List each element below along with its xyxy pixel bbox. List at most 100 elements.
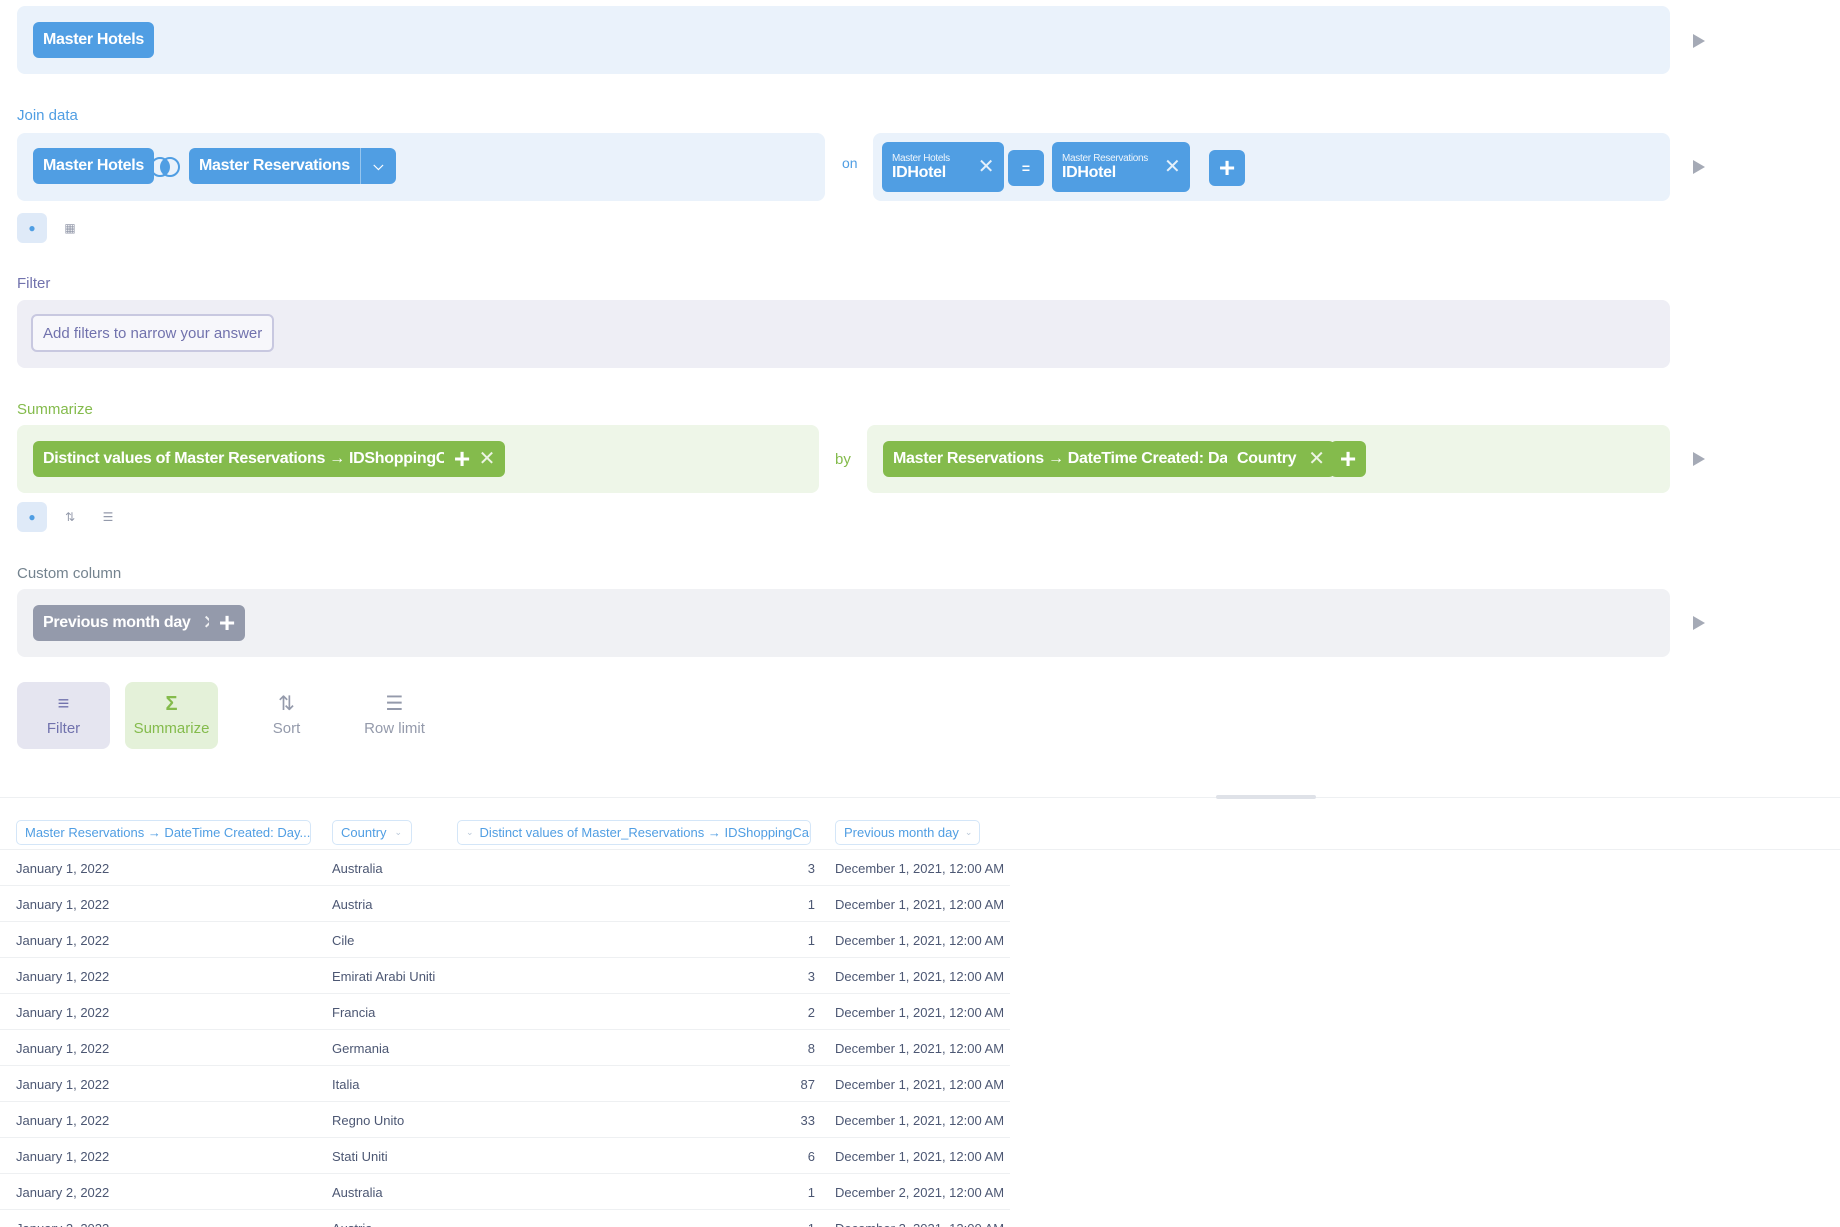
cell-distinct-count[interactable]: 87 <box>801 1077 815 1092</box>
add-breakout-button[interactable]: + <box>1330 441 1366 477</box>
table-row: January 1, 2022 Francia 2 December 1, 2021,… <box>0 994 1010 1030</box>
cell-date[interactable]: January 1, 2022 <box>16 1113 109 1128</box>
cell-date[interactable]: January 1, 2022 <box>16 1005 109 1020</box>
cell-distinct-count[interactable]: 3 <box>808 969 815 984</box>
cell-distinct-count[interactable]: 1 <box>808 1221 815 1227</box>
cell-date[interactable]: January 1, 2022 <box>16 861 109 876</box>
cell-country[interactable]: Emirati Arabi Uniti <box>332 969 435 984</box>
cell-country[interactable]: Cile <box>332 933 354 948</box>
column-header-country[interactable]: Country ⌄ <box>332 820 412 845</box>
column-header-distinct[interactable]: ⌄ Distinct values of Master_Reservations… <box>457 820 811 845</box>
join-right-column-table: Master Reservations <box>1062 152 1148 164</box>
cell-country[interactable]: Francia <box>332 1005 375 1020</box>
join-left-column-table: Master Hotels <box>892 152 950 164</box>
add-metric-button[interactable]: + <box>444 441 480 477</box>
add-join-condition-button[interactable]: + <box>1209 150 1245 186</box>
cell-distinct-count[interactable]: 8 <box>808 1041 815 1056</box>
preview-custom-column-icon[interactable] <box>1693 616 1705 630</box>
table-row: January 1, 2022 Austria 1 December 1, 2021,… <box>0 886 1010 922</box>
filter-action-button[interactable]: ≡ Filter <box>17 682 110 749</box>
breakout-pill-country[interactable]: Country ✕ <box>1227 441 1335 477</box>
cell-previous-month[interactable]: December 1, 2021, 12:00 AM <box>835 1113 1004 1128</box>
resize-handle[interactable] <box>1216 795 1316 799</box>
custom-column-panel <box>17 589 1670 657</box>
join-left-table-pill[interactable]: Master Hotels <box>33 148 155 184</box>
column-header-label: Country <box>341 825 387 840</box>
cell-previous-month[interactable]: December 1, 2021, 12:00 AM <box>835 1077 1004 1092</box>
cell-previous-month[interactable]: December 1, 2021, 12:00 AM <box>835 969 1004 984</box>
cell-distinct-count[interactable]: 6 <box>808 1149 815 1164</box>
toggle-summarize-icon[interactable]: ● <box>17 502 47 532</box>
table-row: January 1, 2022 Emirati Arabi Uniti 3 Decem… <box>0 958 1010 994</box>
cell-previous-month[interactable]: December 1, 2021, 12:00 AM <box>835 1041 1004 1056</box>
column-header-previous-month[interactable]: Previous month day ⌄ <box>835 820 980 845</box>
cell-country[interactable]: Stati Uniti <box>332 1149 388 1164</box>
cell-distinct-count[interactable]: 1 <box>808 933 815 948</box>
cell-country[interactable]: Austria <box>332 897 372 912</box>
cell-date[interactable]: January 1, 2022 <box>16 1041 109 1056</box>
join-operator-button[interactable]: = <box>1008 150 1044 186</box>
toggle-join-icon[interactable]: ● <box>17 213 47 243</box>
sort-action-button[interactable]: ⇅ Sort <box>240 682 333 749</box>
close-icon[interactable]: ✕ <box>1308 449 1325 469</box>
breakout-label: Master Reservations → DateTime Created: … <box>893 450 1237 467</box>
cell-previous-month[interactable]: December 1, 2021, 12:00 AM <box>835 1005 1004 1020</box>
cell-date[interactable]: January 1, 2022 <box>16 1077 109 1092</box>
cell-date[interactable]: January 1, 2022 <box>16 897 109 912</box>
custom-column-step-title: Custom column <box>17 565 122 582</box>
table-row: January 1, 2022 Germania 8 December 1, 2021… <box>0 1030 1010 1066</box>
chevron-down-icon: ⌄ <box>394 827 403 837</box>
cell-distinct-count[interactable]: 2 <box>808 1005 815 1020</box>
data-source-pill[interactable]: Master Hotels <box>33 22 155 58</box>
add-custom-column-button[interactable]: + <box>209 605 245 641</box>
preview-data-icon[interactable] <box>1693 34 1705 48</box>
join-type-icon[interactable] <box>148 156 182 178</box>
cell-distinct-count[interactable]: 3 <box>808 861 815 876</box>
cell-country[interactable]: Australia <box>332 861 383 876</box>
join-right-column-pill[interactable]: Master Reservations IDHotel ✕ <box>1052 142 1191 192</box>
cell-date[interactable]: January 2, 2022 <box>16 1221 109 1227</box>
cell-distinct-count[interactable]: 1 <box>808 1185 815 1200</box>
cell-date[interactable]: January 1, 2022 <box>16 969 109 984</box>
custom-column-pill[interactable]: Previous month day ✕ <box>33 605 229 641</box>
summarize-by-label: by <box>835 451 851 468</box>
join-right-table-pill[interactable]: Master Reservations ⌵ <box>189 148 396 184</box>
row-limit-action-button[interactable]: ☰ Row limit <box>348 682 441 749</box>
add-filter-button[interactable]: Add filters to narrow your answer <box>31 314 275 352</box>
cell-previous-month[interactable]: December 1, 2021, 12:00 AM <box>835 861 1004 876</box>
preview-summarize-icon[interactable] <box>1693 452 1705 466</box>
cell-date[interactable]: January 1, 2022 <box>16 933 109 948</box>
join-left-column-pill[interactable]: Master Hotels IDHotel ✕ <box>882 142 1005 192</box>
close-icon[interactable]: ✕ <box>479 449 496 469</box>
close-icon[interactable]: ✕ <box>978 157 995 177</box>
close-icon[interactable]: ✕ <box>1164 157 1181 177</box>
preview-join-icon[interactable] <box>1693 160 1705 174</box>
chevron-down-icon[interactable]: ⌵ <box>359 148 396 184</box>
row-limit-small-icon[interactable]: ☰ <box>93 502 123 532</box>
cell-country[interactable]: Australia <box>332 1185 383 1200</box>
column-header-datetime[interactable]: Master Reservations → DateTime Created: … <box>16 820 311 845</box>
cell-distinct-count[interactable]: 33 <box>801 1113 815 1128</box>
cell-previous-month[interactable]: December 2, 2021, 12:00 AM <box>835 1221 1004 1227</box>
cell-distinct-count[interactable]: 1 <box>808 897 815 912</box>
join-left-column-name: IDHotel <box>892 163 946 181</box>
cell-previous-month[interactable]: December 2, 2021, 12:00 AM <box>835 1185 1004 1200</box>
add-columns-icon[interactable]: ▦ <box>55 213 85 243</box>
summarize-action-button[interactable]: Σ Summarize <box>125 682 218 749</box>
cell-country[interactable]: Austria <box>332 1221 372 1227</box>
cell-country[interactable]: Germania <box>332 1041 389 1056</box>
cell-date[interactable]: January 1, 2022 <box>16 1149 109 1164</box>
table-row: January 1, 2022 Australia 3 December 1, 202… <box>0 850 1010 886</box>
table-row: January 1, 2022 Italia 87 December 1, 2021,… <box>0 1066 1010 1102</box>
summarize-action-label: Summarize <box>133 720 210 737</box>
breakout-pill-datetime[interactable]: Master Reservations → DateTime Created: … <box>883 441 1275 477</box>
cell-date[interactable]: January 2, 2022 <box>16 1185 109 1200</box>
cell-previous-month[interactable]: December 1, 2021, 12:00 AM <box>835 1149 1004 1164</box>
metric-pill[interactable]: Distinct values of Master Reservations →… <box>33 441 506 477</box>
cell-previous-month[interactable]: December 1, 2021, 12:00 AM <box>835 897 1004 912</box>
table-row: January 1, 2022 Cile 1 December 1, 2021, 12… <box>0 922 1010 958</box>
sort-small-icon[interactable]: ⇅ <box>55 502 85 532</box>
cell-previous-month[interactable]: December 1, 2021, 12:00 AM <box>835 933 1004 948</box>
cell-country[interactable]: Regno Unito <box>332 1113 404 1128</box>
cell-country[interactable]: Italia <box>332 1077 359 1092</box>
